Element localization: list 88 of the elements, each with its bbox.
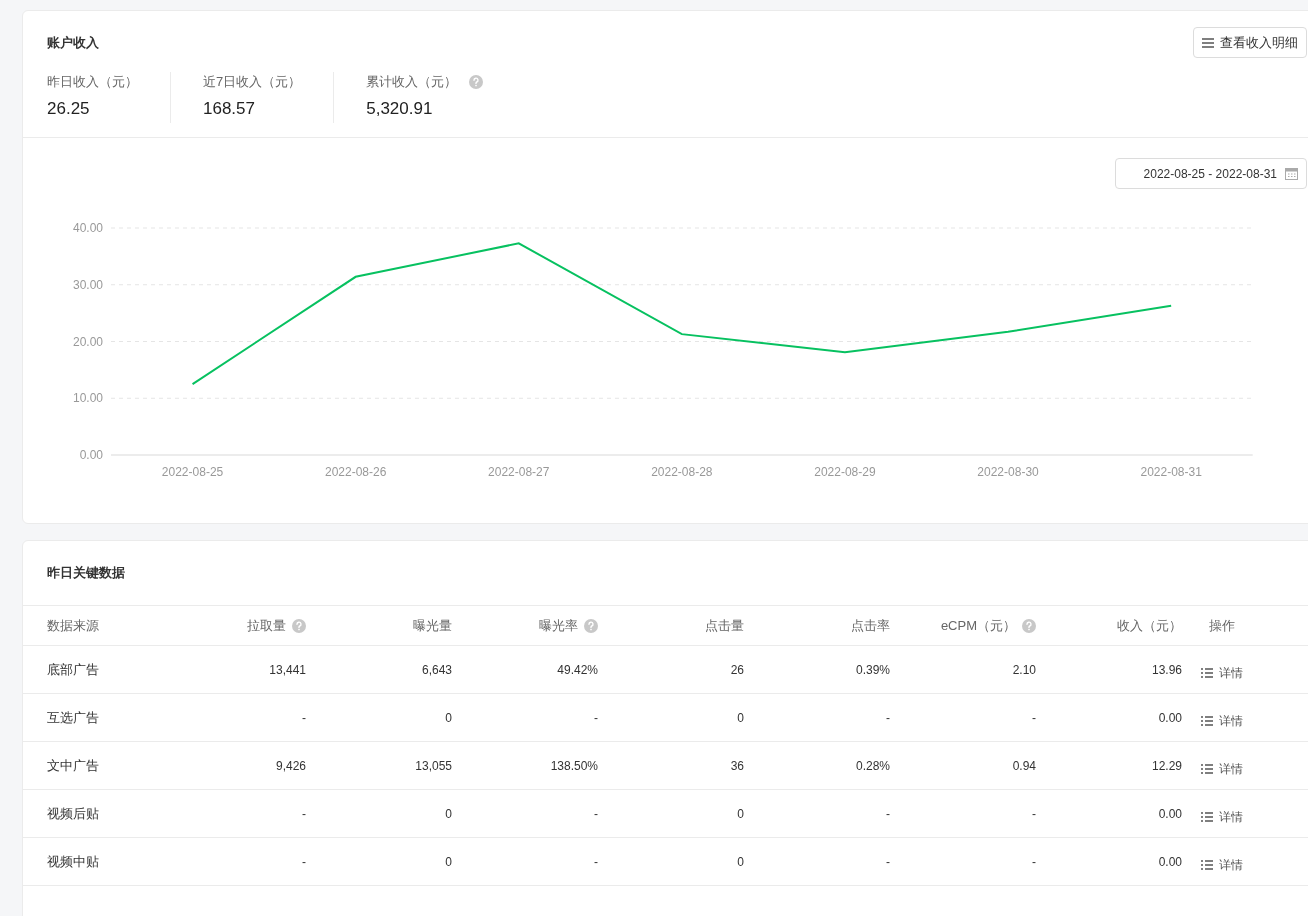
x-axis-label: 2022-08-26 — [324, 465, 387, 479]
stat-value: 168.57 — [203, 97, 256, 120]
table-cell-text: 49.42% — [557, 661, 598, 679]
y-axis-label: 0.00 — [79, 448, 103, 462]
table-cell-text: - — [302, 853, 306, 871]
column-header: 曝光率 — [539, 616, 578, 635]
help-icon[interactable] — [292, 618, 306, 633]
detail-link[interactable]: 详情 — [1200, 711, 1243, 730]
table-cell-text: 0.28% — [855, 757, 890, 775]
table-cell-text: 6,643 — [421, 661, 452, 679]
column-header: 操作 — [1208, 616, 1235, 635]
stat-label: 累计收入（元） — [366, 73, 458, 91]
stat-label: 近7日收入（元） — [203, 73, 302, 91]
y-axis-label: 30.00 — [72, 277, 103, 292]
table-cell-text: - — [594, 805, 598, 823]
detail-link[interactable]: 详情 — [1200, 759, 1243, 778]
table-cell-text: 0.00 — [1158, 853, 1182, 871]
x-axis-label: 2022-08-27 — [488, 465, 550, 479]
column-header: 收入（元） — [1117, 616, 1182, 635]
table-cell-text: 36 — [730, 757, 744, 775]
table-cell-text: - — [302, 709, 306, 727]
table-cell-text: 0 — [445, 805, 452, 823]
card-title: 账户收入 — [47, 33, 99, 52]
menu-icon — [1202, 37, 1214, 48]
table-cell-text: - — [1032, 805, 1036, 823]
y-axis-label: 40.00 — [72, 221, 103, 235]
x-axis-label: 2022-08-31 — [1140, 465, 1202, 479]
x-axis-label: 2022-08-30 — [977, 465, 1039, 479]
table-cell-text: 13.96 — [1151, 661, 1182, 679]
table-cell: 底部广告 — [47, 661, 99, 677]
table-cell-text: 0 — [737, 853, 744, 871]
card-title: 昨日关键数据 — [47, 564, 125, 583]
table-cell-text: 0 — [737, 805, 744, 823]
detail-link[interactable]: 详情 — [1200, 855, 1243, 874]
table-cell-text: - — [1032, 709, 1036, 727]
table-cell-text: 0 — [737, 709, 744, 727]
table-cell-text: 12.29 — [1151, 757, 1182, 775]
table-cell-text: - — [886, 805, 890, 823]
table-cell-text: 0 — [445, 709, 452, 727]
detail-link[interactable]: 详情 — [1200, 807, 1243, 826]
income-detail-button[interactable]: 查看收入明细 — [1193, 27, 1307, 58]
list-icon — [1200, 715, 1213, 726]
column-header: 点击量 — [705, 616, 744, 635]
stat-label: 昨日收入（元） — [47, 73, 138, 91]
table-cell-text: 13,441 — [269, 661, 306, 679]
table-cell-text: 9,426 — [275, 757, 306, 775]
column-header: 拉取量 — [247, 616, 286, 635]
help-icon[interactable] — [584, 618, 598, 633]
list-icon — [1200, 667, 1213, 678]
table-cell-text: 0.00 — [1158, 709, 1182, 727]
x-axis-label: 2022-08-25 — [161, 465, 224, 479]
x-axis-label: 2022-08-29 — [814, 465, 876, 479]
column-header: 数据来源 — [47, 616, 99, 635]
date-range-text: 2022-08-25 - 2022-08-31 — [1143, 165, 1277, 183]
list-icon — [1200, 763, 1213, 774]
column-header: 曝光量 — [413, 616, 452, 635]
column-header: eCPM（元） — [940, 616, 1016, 635]
y-axis-label: 20.00 — [72, 334, 103, 349]
y-axis-label: 10.00 — [72, 391, 103, 406]
x-axis-label: 2022-08-28 — [651, 465, 713, 479]
table-cell-text: - — [1032, 853, 1036, 871]
help-icon[interactable] — [469, 74, 484, 89]
table-cell-text: - — [886, 709, 890, 727]
table-cell: 视频后贴 — [47, 805, 99, 821]
column-header: 点击率 — [851, 616, 890, 635]
table-cell: 互选广告 — [47, 709, 99, 725]
table-cell-text: - — [886, 853, 890, 871]
table-cell: 视频中贴 — [47, 853, 99, 869]
table-cell-text: 0 — [445, 853, 452, 871]
stat-value: 26.25 — [47, 97, 91, 120]
table-cell-text: 138.50% — [550, 757, 598, 775]
table-cell-text: - — [302, 805, 306, 823]
calendar-icon — [1285, 167, 1298, 180]
list-icon — [1200, 859, 1213, 870]
table-cell: 文中广告 — [47, 757, 99, 773]
list-icon — [1200, 811, 1213, 822]
table-cell-text: 2.10 — [1012, 661, 1036, 679]
table-cell-text: - — [594, 853, 598, 871]
table-cell-text: 0.39% — [855, 661, 890, 679]
table-cell-text: 26 — [730, 661, 744, 679]
table-cell-text: 13,055 — [415, 757, 452, 775]
table-cell-text: - — [594, 709, 598, 727]
detail-link[interactable]: 详情 — [1200, 663, 1243, 682]
table-cell-text: 0.94 — [1012, 757, 1036, 775]
stat-value: 5,320.91 — [366, 97, 434, 120]
date-range-picker[interactable]: 2022-08-25 - 2022-08-31 — [1114, 158, 1307, 189]
table-cell-text: 0.00 — [1158, 805, 1182, 823]
help-icon[interactable] — [1022, 618, 1036, 633]
